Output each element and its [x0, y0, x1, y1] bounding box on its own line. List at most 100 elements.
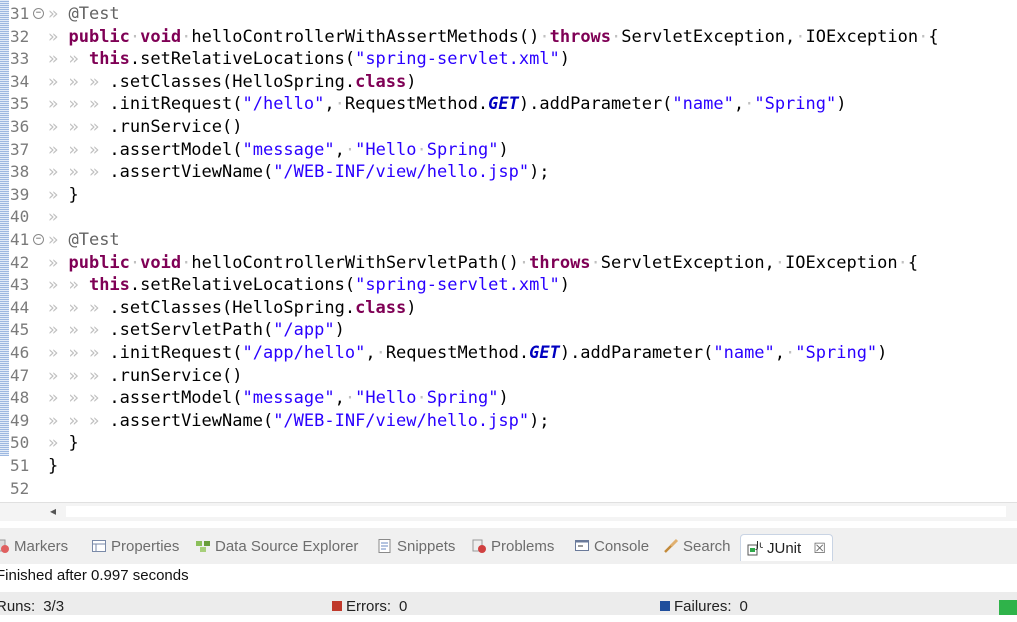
- line-number: 48: [10, 388, 30, 408]
- svg-text:Ju: Ju: [755, 540, 763, 551]
- token-plain: }: [68, 433, 79, 454]
- tab-console[interactable]: Console: [574, 536, 649, 558]
- line-number: 47: [10, 365, 30, 385]
- token-kw: class: [355, 297, 407, 318]
- line-number: 41: [10, 230, 30, 249]
- token-plain: {: [907, 252, 919, 273]
- code-text: » » » .runService(): [48, 365, 242, 387]
- tab-label: Console: [594, 538, 650, 555]
- line-number: 35: [10, 94, 30, 114]
- junit-counters: Runs: 3/3 Errors: 0 Failures: 0: [0, 592, 1017, 615]
- token-str: "name": [713, 343, 775, 363]
- code-line[interactable]: 49 » » » .assertViewName("/WEB-INF/view/h…: [0, 410, 1017, 432]
- line-number: 43: [10, 275, 30, 295]
- code-line[interactable]: 32» public·void·helloControllerWithAsser…: [0, 26, 1017, 48]
- code-line[interactable]: 52: [0, 478, 1017, 500]
- token-ws: ·: [181, 26, 192, 47]
- token-plain: RequestMethod.: [344, 94, 489, 115]
- token-kw: void: [140, 252, 182, 273]
- code-line[interactable]: 50 » }: [0, 432, 1017, 454]
- line-number: 51: [10, 456, 30, 475]
- token-plain: .runService(): [109, 117, 243, 137]
- junit-status-text: Finished after 0.997 seconds: [0, 567, 189, 584]
- code-line[interactable]: 35» » » .initRequest("/hello",·RequestMe…: [0, 93, 1017, 115]
- line-number: 49: [10, 410, 30, 430]
- code-line[interactable]: 45 » » » .setServletPath("/app"): [0, 319, 1017, 341]
- token-plain: RequestMethod.: [385, 343, 530, 363]
- token-plain: .setServletPath(: [109, 320, 274, 341]
- token-plain: helloControllerWithServletPath(): [191, 252, 519, 273]
- token-plain: ,: [733, 94, 745, 115]
- scrollbar-track[interactable]: [66, 506, 1006, 517]
- line-number: 34: [10, 71, 30, 91]
- token-ws: ·: [344, 139, 356, 160]
- code-text: » }: [48, 432, 79, 454]
- code-editor[interactable]: 31−» @Test 32» public·void·helloControlle…: [0, 0, 1017, 502]
- code-line[interactable]: 43 » » this.setRelativeLocations("spring-…: [0, 274, 1017, 296]
- markers-icon: [0, 539, 9, 553]
- code-line[interactable]: 37» » » .assertModel("message",·"Hello·S…: [0, 139, 1017, 161]
- line-number: 38: [10, 162, 30, 182]
- token-str: "/app": [273, 320, 335, 341]
- code-line[interactable]: 31−» @Test: [0, 3, 1017, 25]
- code-line[interactable]: 39 » }: [0, 184, 1017, 206]
- tab-markers[interactable]: Markers: [0, 536, 68, 558]
- tab-problems[interactable]: Problems: [471, 536, 554, 558]
- code-line[interactable]: 44 » » » .setClasses(HelloSpring.class): [0, 297, 1017, 319]
- code-line[interactable]: 51}: [0, 455, 1017, 477]
- code-text: » » this.setRelativeLocations("spring-se…: [48, 274, 570, 296]
- token-ws: ·: [918, 26, 929, 47]
- token-str: "message": [242, 139, 335, 160]
- code-text: » » this.setRelativeLocations("spring-se…: [48, 48, 570, 70]
- line-number: 52: [10, 478, 30, 498]
- token-plain: }: [68, 184, 79, 205]
- tab-data-source-explorer[interactable]: Data Source Explorer: [195, 536, 358, 558]
- token-kw: void: [140, 26, 182, 47]
- bottom-view-tabbar: Markers Properties Data Source Explorer …: [0, 528, 1017, 564]
- code-text: » @Test: [48, 229, 120, 251]
- token-plain: .setRelativeLocations(: [129, 49, 356, 70]
- code-line[interactable]: 36 » » » .runService(): [0, 116, 1017, 138]
- token-kw: this: [88, 49, 130, 70]
- code-line[interactable]: 38 » » » .assertViewName("/WEB-INF/view/h…: [0, 161, 1017, 183]
- horizontal-scrollbar[interactable]: ◂: [0, 502, 1017, 521]
- code-line[interactable]: 47 » » » .runService(): [0, 365, 1017, 387]
- tab-search[interactable]: Search: [663, 536, 731, 558]
- fold-toggle-icon[interactable]: −: [33, 234, 44, 245]
- tab-junit[interactable]: Ju JUnit ☒: [740, 534, 833, 561]
- token-plain: );: [529, 162, 550, 183]
- code-line[interactable]: 48» » » .assertModel("message",·"Hello·S…: [0, 387, 1017, 409]
- close-icon[interactable]: ☒: [813, 540, 826, 556]
- token-str: "/hello": [242, 94, 325, 115]
- token-ws: ·: [795, 26, 806, 47]
- token-plain: ServletException,: [621, 26, 796, 47]
- code-line[interactable]: 34 » » » .setClasses(HelloSpring.class): [0, 71, 1017, 93]
- token-plain: IOException: [785, 252, 898, 273]
- scroll-left-icon[interactable]: ◂: [50, 504, 56, 518]
- token-ws: ·: [539, 26, 550, 47]
- indent-marker: » » »: [48, 365, 110, 386]
- tab-snippets[interactable]: Snippets: [377, 536, 455, 558]
- token-ws: ·: [416, 139, 427, 160]
- indent-marker: »: [48, 26, 69, 47]
- token-plain: .assertModel(: [109, 139, 243, 160]
- token-plain: .assertModel(: [109, 388, 243, 409]
- code-line[interactable]: 42» public·void·helloControllerWithServl…: [0, 252, 1017, 274]
- token-plain: .assertViewName(: [109, 410, 274, 431]
- code-line[interactable]: 33 » » this.setRelativeLocations("spring-…: [0, 48, 1017, 70]
- indent-marker: »: [48, 184, 69, 205]
- indent-marker: » » »: [48, 139, 110, 160]
- token-str: "Hello: [355, 139, 417, 160]
- code-line[interactable]: 41−» @Test: [0, 229, 1017, 251]
- token-ws: ·: [897, 252, 908, 273]
- code-line[interactable]: 40 »: [0, 206, 1017, 228]
- tab-properties[interactable]: Properties: [91, 536, 179, 558]
- properties-icon: [92, 540, 106, 552]
- token-kw: this: [88, 275, 130, 296]
- code-line[interactable]: 46» » » .initRequest("/app/hello",·Reque…: [0, 342, 1017, 364]
- token-plain: ).addParameter(: [518, 94, 673, 115]
- line-number: 36: [10, 117, 30, 136]
- token-ws: ·: [611, 26, 622, 47]
- indent-marker: »: [48, 4, 69, 24]
- fold-toggle-icon[interactable]: −: [33, 8, 44, 19]
